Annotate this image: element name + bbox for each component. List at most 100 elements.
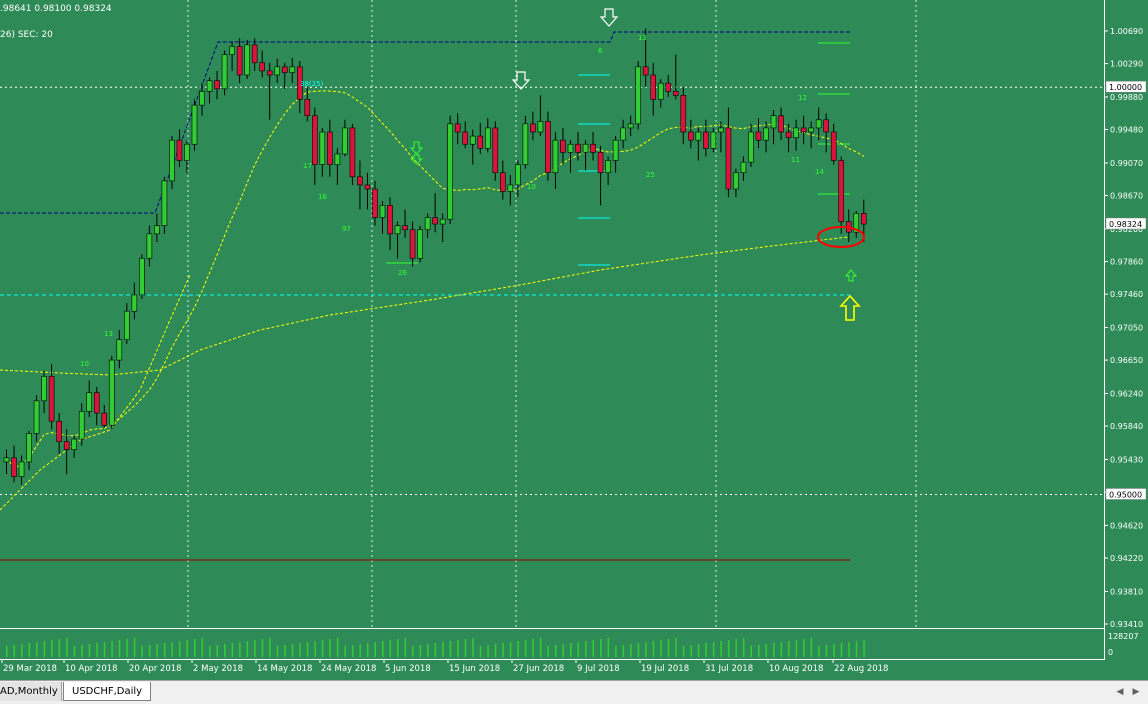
bear-candle [266,70,273,76]
volume-bar [464,639,467,657]
bear-candle [642,66,649,76]
bear-candle [454,123,461,133]
volume-bar [637,643,640,657]
bull-candle [244,44,250,76]
bull-candle [710,131,717,149]
bear-candle [251,44,258,64]
volume-bar [705,643,707,657]
volume-bar [727,640,730,657]
bull-candle [394,225,401,235]
volume-bar [6,646,8,657]
sell-arrow-icon [599,8,619,27]
annotation-label: 10 [80,360,89,368]
bull-candle [146,233,153,259]
bull-candle [635,66,641,125]
bull-candle [627,123,634,129]
chart-canvas[interactable]: 38(25)1310171697261110251214613 1.006901… [0,0,1148,680]
bear-candle [56,420,62,442]
tab-monthly[interactable]: AD,Monthly [0,682,62,701]
volume-bar [600,639,602,657]
volume-bar [13,645,16,657]
bull-candle [229,46,235,55]
buy-hint-arrow-icon [409,154,424,165]
volume-bar [246,641,249,657]
bull-candle [815,119,822,129]
bull-candle [342,127,348,155]
volume-bar [148,645,151,657]
volume-bar [487,645,489,657]
volume-bar [524,640,527,657]
volume-max-label: 128207 [1108,632,1139,641]
bear-candle [176,139,183,161]
annotation-label: 12 [798,94,807,102]
bear-candle [650,74,657,100]
annotation-label: 11 [791,156,800,164]
volume-bar [570,643,572,657]
price-tick-label: 0.94220 [1110,554,1143,563]
bear-candle [590,143,596,153]
bull-candle [379,205,386,218]
volume-bar [562,644,564,657]
price-tick-label: 0.98670 [1110,192,1143,201]
bull-candle [319,131,326,165]
volume-bar [231,643,234,657]
bear-candle [785,131,792,139]
volume-bar [194,639,196,657]
volume-bar [412,646,414,657]
bull-candle [169,139,175,182]
date-tick-label: 31 Jul 2018 [705,664,753,674]
date-tick-label: 10 Apr 2018 [65,664,118,674]
date-tick-label: 14 May 2018 [257,664,312,674]
volume-bar [306,642,309,657]
date-tick-label: 22 Aug 2018 [834,664,888,674]
scroll-right-icon[interactable]: ▶ [1130,685,1142,699]
bull-candle [424,217,431,231]
bear-candle [236,46,243,76]
volume-bar [848,642,850,657]
annotation-label: 6 [598,47,603,55]
volume-bar [697,644,700,657]
bull-candle [522,123,529,165]
annotation-label: 26 [398,269,407,277]
tab-usdchf-daily[interactable]: USDCHF,Daily [63,682,151,701]
bull-candle [620,127,626,141]
price-tick-label: 0.97460 [1110,290,1143,299]
sell-arrow-icon [511,71,531,90]
annotation-label: 13 [104,330,113,338]
volume-bar [577,642,580,657]
date-tick-label: 9 Jul 2018 [577,664,620,674]
bear-candle [409,229,416,259]
bull-candle [507,184,514,192]
bear-candle [830,131,837,161]
bull-candle [582,143,589,153]
moving-average-fast [6,90,865,468]
volume-bar [442,642,444,657]
bull-candle [469,135,476,145]
volume-bar [863,640,865,657]
price-tick-label: 1.00290 [1110,60,1143,69]
volume-bar [494,644,497,657]
bull-candle [567,143,574,153]
annotation-label: 97 [342,225,351,233]
volume-bar [314,641,316,657]
bull-candle [763,127,769,141]
bear-candle [680,95,687,133]
volume-bar [773,643,775,657]
bear-candle [597,152,604,174]
bear-candle [838,160,845,222]
chart-area[interactable]: 38(25) 13 10 17 16 97 26 11 10 25 12 14 6 13 1.00690 1… [0,0,1148,680]
price-label-boxed: 0.98324 [1109,220,1142,229]
volume-bar [645,642,647,657]
bear-candle [462,131,469,145]
buy-hint-arrow-icon [844,269,858,282]
bull-candle [484,127,491,149]
volume-bar [592,640,595,657]
volume-bar [840,643,843,657]
bear-candle [545,121,551,174]
price-tick-label: 0.96240 [1110,389,1143,398]
volume-bar [276,646,279,657]
bull-candle [447,123,453,220]
bear-candle [259,62,265,72]
bull-candle [206,80,213,92]
scroll-left-icon[interactable]: ◀ [1114,685,1126,699]
